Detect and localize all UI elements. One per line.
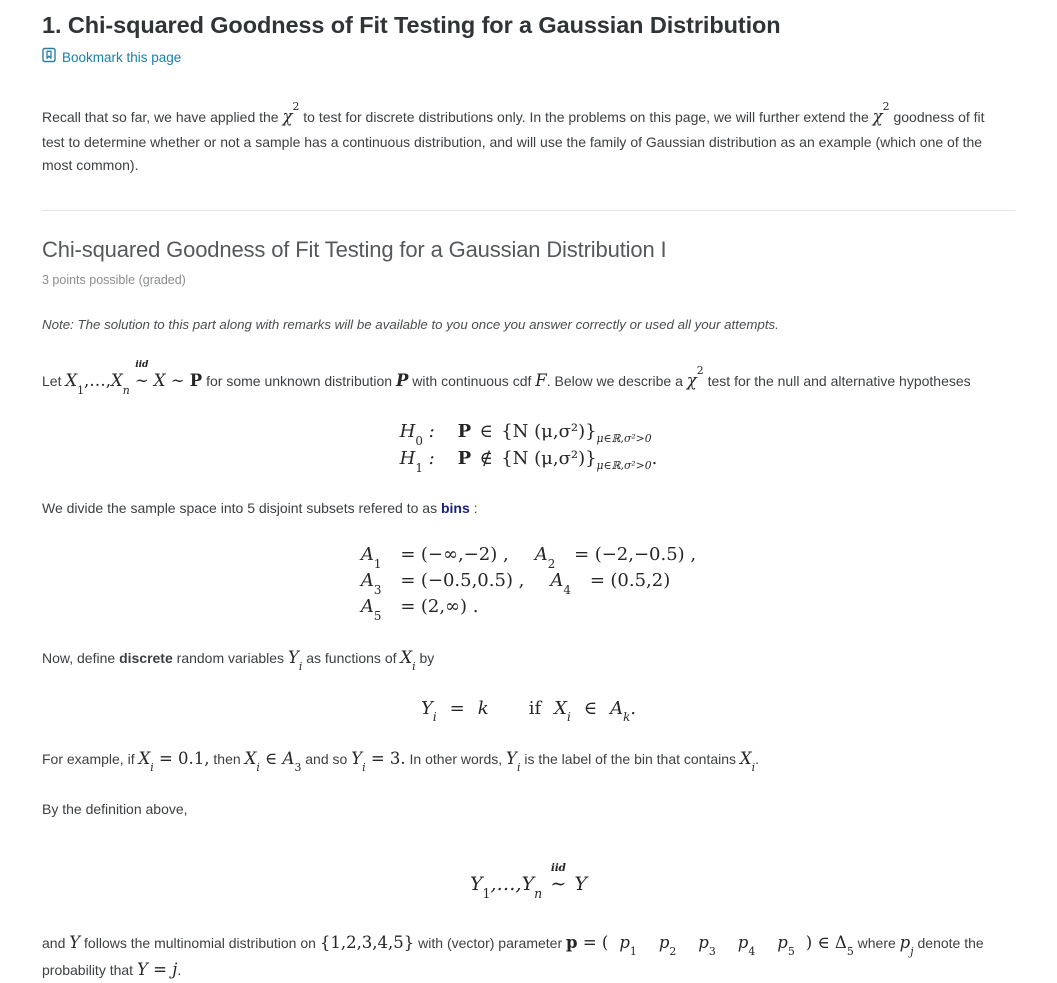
chi-squared-inline-3: χ2 — [686, 364, 704, 391]
bookmark-label[interactable]: Bookmark this page — [62, 50, 181, 65]
example-s3: and so — [301, 750, 352, 767]
example-s1: For example, if — [42, 750, 139, 767]
hypothesis-h1: H1 : P ∉ {N (μ,σ²)} μ∈ℝ,σ²>0. — [399, 448, 658, 476]
section-title: Chi-squared Goodness of Fit Testing for … — [42, 237, 667, 263]
example-s2: then — [209, 750, 245, 767]
example-s6: . — [755, 750, 760, 767]
bins-text-after: : — [469, 500, 478, 517]
define-bold-discrete: discrete — [119, 649, 173, 666]
bins-row-1: A1 = (−∞,−2) , A2 = (−2,−0.5) , — [360, 543, 697, 571]
final-Y: Y — [69, 932, 81, 952]
example-y-i: Yi — [506, 748, 521, 774]
Y-i-symbol: Yi — [287, 647, 303, 674]
intro-text-2: to test for discrete distributions only.… — [299, 109, 873, 126]
solution-note: Note: The solution to this part along wi… — [42, 317, 779, 333]
example-x-in-a3: Xi ∈ A3 — [244, 748, 302, 774]
multinomial-paragraph: and Y follows the multinomial distributi… — [42, 930, 1002, 983]
hypotheses-block: H0 : P ∈ {N (μ,σ²)} μ∈ℝ,σ²>0 H1 : P ∉ {N … — [42, 421, 1015, 476]
bins-text-before: We divide the sample space into 5 disjoi… — [42, 500, 441, 517]
bookmark-icon — [42, 47, 56, 68]
points-possible: 3 points possible (graded) — [42, 273, 186, 288]
define-before: Now, define — [42, 649, 120, 666]
setup-text-after-P: for some unknown distribution — [202, 373, 396, 390]
setup-text-test: test for the null and alternative hypoth… — [703, 373, 971, 390]
intro-paragraph: Recall that so far, we have applied the … — [42, 100, 994, 176]
chi-squared-inline-1: χ2 — [282, 100, 300, 127]
cdf-symbol: F — [535, 371, 547, 391]
bins-keyword: bins — [440, 500, 470, 517]
setup-text-below: . Below we describe a — [546, 373, 687, 390]
parameter-vector: p = (p1 p2 p3 p4 p5) ∈ Δ5 — [566, 932, 854, 959]
bins-intro-paragraph: We divide the sample space into 5 disjoi… — [42, 497, 1015, 520]
page-title: 1. Chi-squared Goodness of Fit Testing f… — [42, 12, 781, 38]
final-s1: and — [42, 934, 70, 951]
define-middle: random variables — [172, 649, 288, 666]
bins-row-2: A3 = (−0.5,0.5) , A4 = (0.5,2) — [360, 569, 671, 597]
iid-sample-expression: X1,…,Xn iid ∼ X ∼ P — [65, 358, 203, 397]
setup-paragraph: Let X1,…,Xn iid ∼ X ∼ P for some unknown di… — [42, 358, 1002, 397]
chi-squared-inline-2: χ2 — [872, 100, 890, 127]
support-set: {1,2,3,4,5} — [319, 932, 415, 952]
bins-definition-block: A1 = (−∞,−2) , A2 = (−2,−0.5) , A3 = (−0… — [42, 543, 1015, 623]
setup-let: Let — [42, 373, 66, 390]
iid-Y-block: Y1,…,Yn iid ∼ Y — [469, 860, 588, 902]
intro-text-1: Recall that so far, we have applied the — [42, 109, 283, 126]
prob-measure-symbol: P — [395, 371, 409, 391]
define-tail: by — [415, 649, 435, 666]
define-paragraph: Now, define discrete random variables Yi… — [42, 645, 1015, 672]
setup-text-cdf: with continuous cdf — [408, 373, 536, 390]
define-after: as functions of — [302, 649, 401, 666]
final-s4: where — [853, 934, 900, 951]
example-s5: is the label of the bin that contains — [520, 750, 740, 767]
example-x-equals: Xi = 0.1, — [138, 748, 210, 774]
final-s6: . — [177, 961, 182, 978]
final-s2: follows the multinomial distribution on — [80, 934, 320, 951]
example-paragraph: For example, if Xi = 0.1, then Xi ∈ A3 a… — [42, 746, 1015, 773]
course-page: 1. Chi-squared Goodness of Fit Testing f… — [0, 11, 1057, 983]
example-s4: In other words, — [405, 750, 507, 767]
example-x-i: Xi — [739, 748, 756, 774]
hypothesis-h0: H0 : P ∈ {N (μ,σ²)} μ∈ℝ,σ²>0 — [399, 421, 652, 449]
yk-formula-block: Yi = k if Xi ∈ Ak. — [420, 697, 637, 725]
section-divider — [42, 210, 1015, 212]
p-j-symbol: pj — [899, 932, 914, 959]
example-y-equals-3: Yi = 3. — [351, 748, 406, 774]
bookmark-button[interactable]: Bookmark this page — [42, 47, 1015, 68]
by-definition-paragraph: By the definition above, — [42, 801, 188, 818]
bins-row-3: A5 = (2,∞) . — [360, 595, 479, 623]
X-i-symbol: Xi — [400, 647, 416, 674]
final-s3: with (vector) parameter — [414, 934, 567, 951]
Y-equals-j: Y = j — [136, 959, 178, 979]
